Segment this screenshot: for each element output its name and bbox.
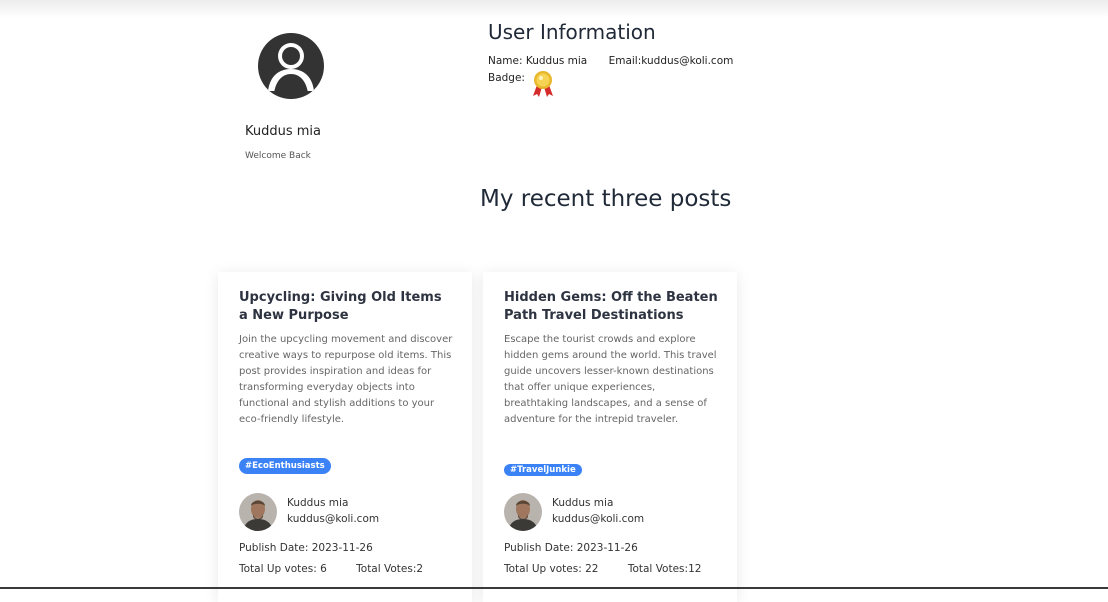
author-email: kuddus@koli.com [552,513,645,525]
recent-posts-title: My recent three posts [480,186,732,212]
user-avatar-icon [258,33,324,99]
publish-date: Publish Date: 2023-11-26 [504,542,638,554]
user-email-text: Email:kuddus@koli.com [608,55,734,67]
author-photo-icon [504,493,542,531]
post-tag[interactable]: #TravelJunkie [504,464,582,476]
up-votes-count: Total Up votes: 22 [504,563,599,575]
user-info-row: Name: Kuddus mia Email:kuddus@koli.com [488,55,733,67]
post-title[interactable]: Upcycling: Giving Old Items a New Purpos… [239,289,454,325]
post-description: Join the upcycling movement and discover… [239,334,453,425]
author-email: kuddus@koli.com [287,513,380,525]
header-shadow [0,0,1108,18]
author-photo-icon [239,493,277,531]
total-votes-count: Total Votes:12 [627,563,702,575]
user-name-text: Name: Kuddus mia [488,55,588,67]
post-card[interactable]: Hidden Gems: Off the Beaten Path Travel … [483,272,737,602]
vote-counts: Total Up votes: 22 Total Votes:12 [504,563,701,575]
gold-medal-icon [532,71,553,97]
welcome-text: Welcome Back [245,151,311,161]
author-name: Kuddus mia [287,497,349,509]
total-votes-count: Total Votes:2 [356,563,424,575]
post-description: Escape the tourist crowds and explore hi… [504,334,717,425]
badge-label: Badge: [488,72,525,84]
post-card[interactable]: Upcycling: Giving Old Items a New Purpos… [218,272,472,602]
author-name: Kuddus mia [552,497,614,509]
up-votes-count: Total Up votes: 6 [239,563,327,575]
profile-avatar [258,33,324,99]
post-title[interactable]: Hidden Gems: Off the Beaten Path Travel … [504,289,719,325]
author-avatar [504,493,542,531]
post-tag[interactable]: #EcoEnthusiasts [239,458,331,474]
author-avatar [239,493,277,531]
vote-counts: Total Up votes: 6 Total Votes:2 [239,563,423,575]
publish-date: Publish Date: 2023-11-26 [239,542,373,554]
profile-name: Kuddus mia [245,124,322,139]
user-info-title: User Information [488,20,656,44]
badge-row: Badge: [488,71,556,98]
